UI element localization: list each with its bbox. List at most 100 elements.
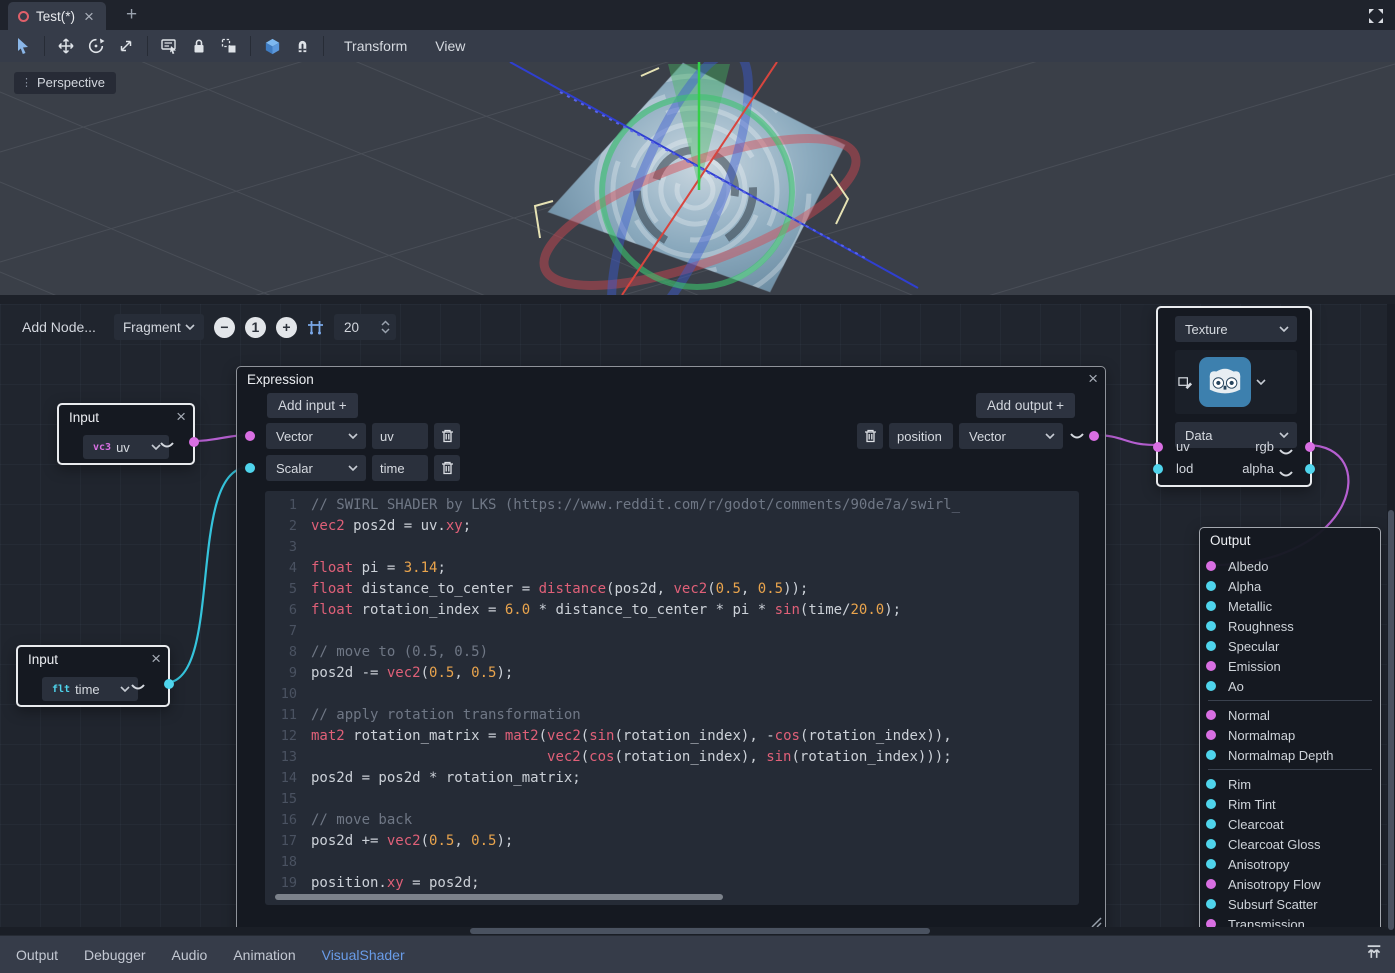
add-input-button[interactable]: Add input + [267,393,358,418]
output-port-row[interactable]: Anisotropy Flow [1200,874,1380,894]
port-dot[interactable] [1206,621,1216,631]
output-port-row[interactable]: Ao [1200,676,1380,696]
input-name-field[interactable]: uv [372,423,428,449]
zoom-out-button[interactable]: − [214,317,235,338]
snap-mode-button[interactable] [287,33,317,59]
output-port-row[interactable]: Alpha [1200,576,1380,596]
input-type-dropdown[interactable]: Vector [266,423,366,449]
port-dot[interactable] [1206,641,1216,651]
close-icon[interactable]: × [176,407,186,427]
output-port-row[interactable]: Normalmap [1200,725,1380,745]
expand-port-icon[interactable] [1278,448,1294,457]
output-port-row[interactable]: Clearcoat [1200,814,1380,834]
port-dot[interactable] [1206,779,1216,789]
texture-output-port[interactable] [1305,464,1315,474]
godot-texture-button[interactable] [1199,357,1251,407]
add-node-button[interactable]: Add Node... [14,316,104,338]
texture-input-port[interactable] [1153,464,1163,474]
bottom-tab-animation[interactable]: Animation [233,947,295,963]
output-port-row[interactable]: Subsurf Scatter [1200,894,1380,914]
bottom-tab-output[interactable]: Output [16,947,58,963]
output-port-row[interactable]: Anisotropy [1200,854,1380,874]
shader-graph[interactable]: Add Node... Fragment − 1 + 20 Input [0,304,1395,935]
output-port[interactable] [164,679,174,689]
output-port-row[interactable]: Albedo [1200,556,1380,576]
fullscreen-icon[interactable] [1365,5,1387,27]
zoom-reset-button[interactable]: 1 [245,317,266,338]
expand-port-icon[interactable] [130,683,146,692]
bottom-tab-visualshader[interactable]: VisualShader [322,947,405,963]
port-dot[interactable] [1206,681,1216,691]
view-menu[interactable]: View [421,38,479,54]
scale-tool-button[interactable] [111,33,141,59]
move-tool-button[interactable] [51,33,81,59]
rotate-tool-button[interactable] [81,33,111,59]
viewport-3d[interactable]: ⋮ Perspective [0,62,1395,295]
edit-texture-icon[interactable] [1178,375,1193,390]
expand-port-icon[interactable] [159,441,175,450]
texture-preview[interactable] [1175,350,1297,414]
port-dot[interactable] [1206,859,1216,869]
texture-input-port[interactable] [1153,442,1163,452]
expression-input-port[interactable] [245,431,255,441]
output-port-row[interactable]: Rim [1200,774,1380,794]
port-dot[interactable] [1206,839,1216,849]
perspective-menu[interactable]: ⋮ Perspective [14,72,116,94]
tab-close-icon[interactable]: × [82,8,96,25]
bottom-tab-debugger[interactable]: Debugger [84,947,146,963]
output-port-row[interactable]: Normalmap Depth [1200,745,1380,765]
expression-input-port[interactable] [245,463,255,473]
new-tab-button[interactable]: + [120,4,143,30]
input-source-dropdown[interactable]: flt time [42,677,138,701]
graph-hscrollbar[interactable] [0,927,1387,935]
shader-mode-dropdown[interactable]: Fragment [114,314,204,340]
output-port-row[interactable]: Rim Tint [1200,794,1380,814]
snap-grid-icon[interactable] [307,319,324,336]
expression-code-editor[interactable]: 1// SWIRL SHADER by LKS (https://www.red… [265,491,1079,905]
graph-vscrollbar[interactable] [1387,304,1395,935]
local-space-button[interactable] [257,33,287,59]
zoom-in-button[interactable]: + [276,317,297,338]
texture-node[interactable]: Texture [1156,306,1312,487]
panel-splitter[interactable] [0,295,1395,304]
expand-port-icon[interactable] [1069,432,1085,441]
port-dot[interactable] [1206,899,1216,909]
port-dot[interactable] [1206,601,1216,611]
input-source-dropdown[interactable]: vc3 uv [83,435,169,459]
input-type-dropdown[interactable]: Scalar [266,455,366,481]
vscroll-thumb[interactable] [1388,510,1394,930]
snap-distance-spinbox[interactable]: 20 [334,314,396,340]
port-dot[interactable] [1206,581,1216,591]
collapse-panel-button[interactable] [1365,944,1383,965]
input-uv-node[interactable]: Input × vc3 uv [57,403,195,465]
port-dot[interactable] [1206,661,1216,671]
port-dot[interactable] [1206,879,1216,889]
output-port-row[interactable]: Specular [1200,636,1380,656]
port-dot[interactable] [1206,819,1216,829]
port-dot[interactable] [1206,750,1216,760]
port-dot[interactable] [1206,710,1216,720]
output-type-dropdown[interactable]: Vector [959,423,1063,449]
output-name-field[interactable]: position [889,423,953,449]
select-tool-button[interactable] [8,33,38,59]
output-port[interactable] [189,437,199,447]
delete-output-button[interactable] [857,423,883,449]
group-button[interactable] [214,33,244,59]
delete-input-button[interactable] [434,423,460,449]
output-port-row[interactable]: Roughness [1200,616,1380,636]
spinbox-arrows-icon[interactable] [381,320,390,334]
texture-type-dropdown[interactable]: Texture [1175,316,1297,342]
transform-menu[interactable]: Transform [330,38,421,54]
expression-node[interactable]: Expression × Add input + Add output + po… [236,366,1106,932]
position-output-port[interactable] [1089,431,1099,441]
close-icon[interactable]: × [151,649,161,669]
expand-port-icon[interactable] [1278,470,1294,479]
input-time-node[interactable]: Input × flt time [16,645,170,707]
output-port-row[interactable]: Normal [1200,705,1380,725]
lock-button[interactable] [184,33,214,59]
chevron-down-icon[interactable] [1256,379,1266,385]
list-select-button[interactable] [154,33,184,59]
texture-output-port[interactable] [1305,442,1315,452]
output-port-row[interactable]: Metallic [1200,596,1380,616]
input-name-field[interactable]: time [372,455,428,481]
